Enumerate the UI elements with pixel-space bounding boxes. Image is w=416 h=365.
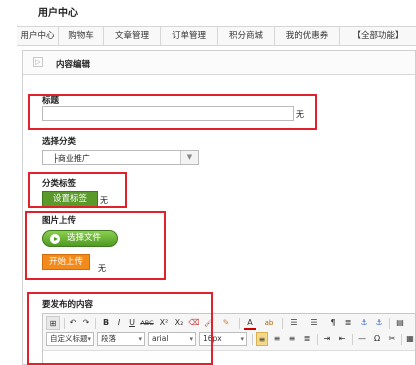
title-input[interactable] bbox=[42, 106, 294, 121]
font-family-select[interactable]: arial bbox=[148, 332, 196, 346]
paragraph-icon[interactable]: ¶ bbox=[327, 316, 339, 330]
tab-orders[interactable]: 订单管理 bbox=[161, 27, 218, 45]
tab-points-mall[interactable]: 积分商城 bbox=[218, 27, 275, 45]
upload-note: 无 bbox=[98, 264, 106, 273]
align-left-icon[interactable]: ≡ bbox=[256, 332, 268, 346]
title-note: 无 bbox=[296, 110, 304, 119]
image-upload-label: 图片上传 bbox=[42, 216, 77, 226]
toolbar-divider bbox=[282, 318, 283, 329]
content-label: 要发布的内容 bbox=[42, 300, 94, 310]
tab-all-functions[interactable]: 【全部功能】 bbox=[340, 27, 416, 45]
source-icon[interactable]: ⊞ bbox=[46, 316, 60, 330]
ordered-list-icon[interactable]: ☰ bbox=[287, 316, 301, 330]
undo-icon[interactable]: ↶ bbox=[68, 316, 78, 330]
cut-icon[interactable]: ✂ bbox=[386, 332, 398, 346]
auto-format-icon[interactable]: ✎ bbox=[219, 316, 233, 330]
rich-text-editor: ⊞ ↶ ↷ B I U ABC X² X₂ ⌫ 🖌 ✎ A ab ☰ ☰ ¶ ≣… bbox=[42, 313, 416, 365]
align-justify-icon[interactable]: ≣ bbox=[301, 332, 313, 346]
tag-label: 分类标签 bbox=[42, 179, 77, 189]
toolbar-divider bbox=[95, 318, 96, 329]
special-char-icon[interactable]: Ω bbox=[371, 332, 383, 346]
paragraph-select[interactable]: 段落 bbox=[97, 332, 145, 346]
format-painter-icon[interactable]: 🖌 bbox=[203, 316, 215, 330]
eraser-icon[interactable]: ⌫ bbox=[188, 316, 200, 330]
editor-toolbar-row-2: 自定义标题 段落 arial 16px ≡ ≡ ≡ ≣ ⇥ ⇤ — Ω ✂ ▦ bbox=[43, 332, 415, 350]
subscript-icon[interactable]: X₂ bbox=[173, 316, 185, 330]
outdent-icon[interactable]: ⇤ bbox=[336, 332, 348, 346]
align-center-icon[interactable]: ≡ bbox=[271, 332, 283, 346]
table-icon[interactable]: ▦ bbox=[405, 332, 415, 346]
strikethrough-icon[interactable]: ABC bbox=[139, 316, 155, 330]
editor-content-area[interactable] bbox=[43, 350, 415, 365]
nav-tabs: 用户中心 购物车 文章管理 订单管理 积分商城 我的优惠券 【全部功能】 bbox=[17, 26, 416, 46]
unordered-list-icon[interactable]: ☰ bbox=[307, 316, 321, 330]
image-align-icon[interactable]: ▤ bbox=[393, 316, 407, 330]
underline-icon[interactable]: U bbox=[127, 316, 137, 330]
category-label: 选择分类 bbox=[42, 137, 77, 147]
tab-articles[interactable]: 文章管理 bbox=[104, 27, 161, 45]
redo-icon[interactable]: ↷ bbox=[81, 316, 91, 330]
superscript-icon[interactable]: X² bbox=[158, 316, 170, 330]
toolbar-divider bbox=[239, 318, 240, 329]
horizontal-rule-icon[interactable]: — bbox=[356, 332, 368, 346]
panel-title: 内容编辑 bbox=[56, 60, 91, 70]
start-upload-button[interactable]: 开始上传 bbox=[42, 254, 90, 270]
toolbar-divider bbox=[401, 334, 402, 345]
toolbar-divider bbox=[317, 334, 318, 345]
chevron-down-icon[interactable]: ▼ bbox=[180, 151, 198, 164]
align-right-icon[interactable]: ≡ bbox=[286, 332, 298, 346]
tab-user-center[interactable]: 用户中心 bbox=[17, 27, 59, 45]
title-label: 标题 bbox=[42, 96, 60, 106]
category-select[interactable]: ├商业推广 ▼ bbox=[42, 150, 199, 165]
tag-note: 无 bbox=[100, 196, 108, 205]
panel-toggle[interactable]: ▷ bbox=[33, 57, 43, 67]
category-selected-value: ├商业推广 bbox=[53, 154, 90, 163]
toolbar-divider bbox=[252, 334, 253, 345]
tab-my-coupons[interactable]: 我的优惠券 bbox=[275, 27, 340, 45]
tab-cart[interactable]: 购物车 bbox=[59, 27, 104, 45]
toolbar-divider bbox=[352, 334, 353, 345]
choose-file-button[interactable]: 选择文件 bbox=[42, 230, 118, 247]
indent-icon[interactable]: ⇥ bbox=[321, 332, 333, 346]
line-height-icon[interactable]: ≣ bbox=[342, 316, 354, 330]
heading-select[interactable]: 自定义标题 bbox=[46, 332, 94, 346]
highlight-color-icon[interactable]: ab bbox=[262, 316, 276, 330]
bold-icon[interactable]: B bbox=[101, 316, 111, 330]
font-color-icon[interactable]: A bbox=[244, 316, 256, 330]
link-icon[interactable]: ⚓ bbox=[358, 316, 370, 330]
play-icon bbox=[50, 234, 60, 244]
toolbar-divider bbox=[389, 318, 390, 329]
choose-file-label: 选择文件 bbox=[67, 233, 102, 243]
font-size-select[interactable]: 16px bbox=[199, 332, 247, 346]
italic-icon[interactable]: I bbox=[114, 316, 124, 330]
anchor-icon[interactable]: ⚓ bbox=[373, 316, 385, 330]
set-tags-button[interactable]: 设置标签 bbox=[42, 191, 98, 207]
panel-header: ▷ 内容编辑 bbox=[23, 51, 415, 75]
toolbar-divider bbox=[64, 318, 65, 329]
page-title: 用户中心 bbox=[38, 8, 78, 19]
